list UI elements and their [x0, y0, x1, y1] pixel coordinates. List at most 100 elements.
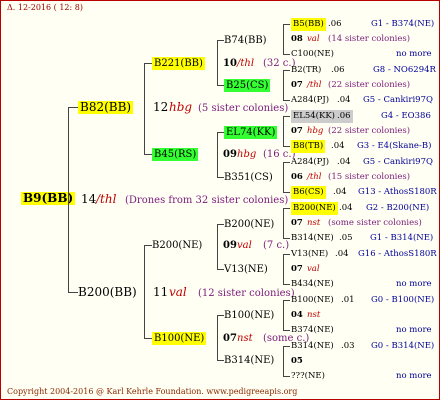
gen4-info: G16 - AthosS180R	[358, 249, 437, 259]
mother-bee[interactable]: B200(BB)	[78, 286, 137, 299]
gen2-label: val	[237, 240, 252, 251]
father-bee[interactable]: B82(BB)	[78, 101, 134, 114]
gen4-bee[interactable]: V13(NE)	[291, 248, 328, 261]
gen4-num: 04	[291, 310, 303, 320]
connector	[283, 330, 290, 331]
gen2-label: nst	[237, 333, 253, 344]
gen2-num: 07	[223, 333, 237, 344]
connector	[283, 300, 290, 301]
root-label: /thl	[96, 192, 117, 206]
connector	[283, 162, 290, 163]
gen2-label: hbg	[237, 149, 257, 160]
connector	[283, 208, 290, 209]
gen4-label: nst	[307, 310, 321, 320]
gen4-bee[interactable]: B5(BB)	[291, 18, 326, 31]
gen4-note: (15 sister colonies)	[328, 172, 411, 182]
connector	[217, 132, 224, 133]
gen4-label: val	[307, 34, 320, 44]
gen2-note: (7 c.)	[263, 240, 290, 251]
connector	[283, 284, 290, 285]
gen4-bee[interactable]: A284(PJ)	[291, 94, 329, 107]
connector	[144, 338, 152, 339]
gen4-bee[interactable]: B8(TB)	[291, 140, 326, 153]
gen4-year: .06	[328, 19, 342, 29]
gen4-year: .03	[341, 341, 355, 351]
gen2-bee[interactable]: B100(NE)	[152, 332, 207, 345]
connector	[283, 192, 290, 193]
gen2-num: 09	[223, 149, 237, 160]
connector	[68, 107, 69, 293]
father-num: 12	[153, 100, 169, 114]
gen4-year: .04	[331, 141, 345, 151]
gen4-info: no more	[396, 371, 432, 381]
gen4-year: .04	[337, 95, 351, 105]
gen4-num: 05	[291, 356, 303, 366]
gen4-bee[interactable]: C100(NE)	[291, 48, 334, 61]
gen2-bee[interactable]: B200(NE)	[152, 239, 202, 252]
gen4-label: nst	[307, 218, 321, 228]
gen4-num: 07	[291, 126, 303, 136]
connector	[144, 63, 145, 155]
gen4-label: hbg	[307, 126, 324, 136]
gen4-note: (22 sister colonies)	[328, 126, 411, 136]
gen4-info: G2 - B200(NE)	[366, 203, 430, 213]
connector	[283, 70, 290, 71]
connector	[68, 292, 78, 293]
gen3-bee[interactable]: V13(NE)	[224, 263, 268, 276]
gen4-info: G5 - Cankiri97Q	[363, 157, 433, 167]
gen4-info: no more	[396, 325, 432, 335]
gen3-bee[interactable]: B351(CS)	[224, 171, 273, 184]
gen4-bee[interactable]: B374(NE)	[291, 324, 334, 337]
gen2-bee[interactable]: B221(BB)	[152, 57, 205, 70]
gen4-bee[interactable]: B100(NE)	[291, 294, 334, 307]
father-note: (5 sister colonies)	[198, 103, 289, 114]
gen4-bee[interactable]: EL54(KK)	[291, 110, 337, 123]
gen4-num: 06	[291, 172, 303, 182]
gen3-bee[interactable]: B100(NE)	[224, 309, 274, 322]
gen4-bee[interactable]: B2(TR)	[291, 64, 321, 77]
gen2-label: /thl	[237, 58, 255, 69]
connector	[283, 376, 290, 377]
connector	[283, 254, 290, 255]
gen4-num: 07	[291, 80, 303, 90]
gen4-year: .01	[341, 295, 355, 305]
connector	[144, 63, 152, 64]
gen4-info: no more	[396, 49, 432, 59]
mother-num: 11	[153, 285, 169, 299]
connector	[68, 107, 78, 108]
gen4-bee[interactable]: B6(CS)	[291, 186, 326, 199]
gen3-bee[interactable]: B74(BB)	[224, 34, 267, 47]
gen4-bee[interactable]: B200(NE)	[291, 202, 338, 215]
connector	[217, 269, 224, 270]
gen2-bee[interactable]: B45(RS)	[152, 148, 199, 161]
gen4-info: G13 - AthosS180R	[358, 187, 437, 197]
gen4-bee[interactable]: A284(PJ)	[291, 156, 329, 169]
root-num: 14	[81, 192, 97, 206]
gen4-bee[interactable]: B434(NE)	[291, 278, 334, 291]
gen3-bee[interactable]: B314(NE)	[224, 354, 274, 367]
connector	[217, 177, 224, 178]
gen4-bee[interactable]: B314(NE)	[291, 232, 334, 245]
gen3-bee[interactable]: EL74(KK)	[224, 126, 278, 139]
gen4-bee[interactable]: B314(NE)	[291, 340, 334, 353]
connector	[283, 254, 284, 285]
gen3-bee[interactable]: B25(CS)	[224, 79, 271, 92]
connector	[283, 24, 284, 55]
gen3-bee[interactable]: B200(NE)	[224, 218, 274, 231]
copyright-footer: Copyright 2004-2016 @ Karl Kehrle Founda…	[7, 387, 298, 396]
gen4-num: 07	[291, 264, 303, 274]
connector	[283, 116, 290, 117]
gen4-label: /thl	[307, 172, 322, 182]
connector	[283, 146, 290, 147]
gen4-info: G3 - E4(Skane-B)	[357, 141, 432, 151]
gen4-bee[interactable]: ???(NE)	[291, 370, 325, 383]
connector	[217, 40, 218, 86]
connector	[144, 245, 145, 339]
date-stamp: Δ. 12-2016 ( 12: 8)	[7, 3, 83, 12]
gen4-label: /thl	[307, 80, 322, 90]
gen4-note: (14 sister colonies)	[328, 34, 411, 44]
connector	[217, 224, 218, 270]
gen4-info: G0 - B314(NE)	[371, 341, 435, 351]
connector	[283, 346, 284, 377]
gen4-num: 08	[291, 34, 303, 44]
